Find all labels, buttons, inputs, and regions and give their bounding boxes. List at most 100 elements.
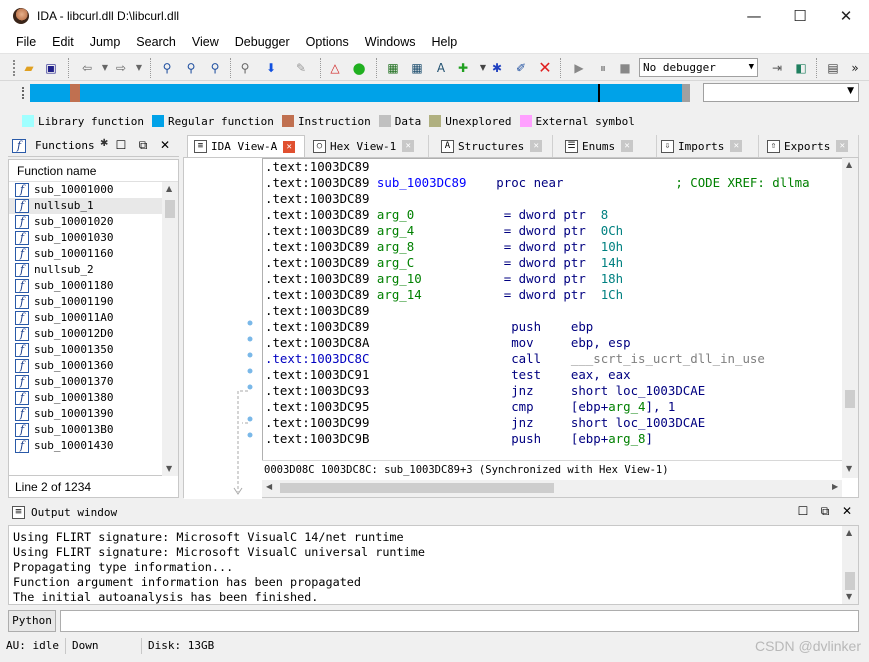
toolbar-grip[interactable] — [13, 60, 16, 76]
code-line[interactable]: .text:1003DC89 arg_C = dword ptr 14h — [263, 255, 842, 271]
forward-arrow-icon[interactable]: ⇨ — [112, 59, 130, 77]
function-list-item[interactable]: f nullsub_1 — [9, 198, 178, 214]
search-immediate-icon[interactable]: ⚲ — [206, 59, 224, 77]
tab-close-icon[interactable]: ✕ — [530, 140, 543, 152]
make-string-icon[interactable]: A — [432, 59, 450, 77]
scroll-left-icon[interactable]: ◀ — [266, 482, 272, 491]
scrollbar-thumb[interactable] — [280, 483, 554, 493]
stop-icon[interactable]: ■ — [616, 59, 634, 77]
attach-process-icon[interactable]: ⇥ — [768, 59, 786, 77]
function-name-column-header[interactable]: Function name — [9, 160, 178, 182]
search-next-icon[interactable]: ⚲ — [236, 59, 254, 77]
menu-windows[interactable]: Windows — [357, 35, 424, 49]
make-struct-icon[interactable]: ✱ — [488, 59, 506, 77]
scroll-right-icon[interactable]: ▶ — [832, 482, 838, 491]
minimize-button[interactable]: — — [731, 0, 777, 31]
code-line[interactable]: .text:1003DC89 arg_14 = dword ptr 1Ch — [263, 287, 842, 303]
menu-file[interactable]: File — [8, 35, 44, 49]
nav-grip[interactable] — [22, 87, 26, 99]
scrollbar-thumb[interactable] — [845, 390, 855, 408]
function-list-item[interactable]: f sub_100013B0 — [9, 422, 178, 438]
tab-imports[interactable]: ⇩ Imports ✕ — [655, 135, 759, 157]
function-list-item[interactable]: f sub_10001360 — [9, 358, 178, 374]
scroll-up-icon[interactable]: ▲ — [846, 528, 852, 537]
scroll-up-icon[interactable]: ▲ — [846, 160, 852, 169]
search-binary-icon[interactable]: ⚲ — [182, 59, 200, 77]
scroll-up-icon[interactable]: ▲ — [166, 184, 172, 193]
code-line[interactable]: .text:1003DC89 — [263, 191, 842, 207]
save-icon[interactable]: ▣ — [42, 59, 60, 77]
arg-reference[interactable]: arg_8 — [608, 431, 645, 446]
panel-float-icon[interactable]: ☐ — [792, 504, 814, 518]
notes-icon[interactable]: ▤ — [824, 59, 842, 77]
navigation-dropdown[interactable]: ▼ — [703, 83, 859, 102]
code-line[interactable]: .text:1003DC89 sub_1003DC89 proc near ; … — [263, 175, 842, 191]
scroll-down-icon[interactable]: ▼ — [846, 464, 852, 473]
code-line[interactable]: .text:1003DC89 arg_8 = dword ptr 10h — [263, 239, 842, 255]
navigation-band[interactable] — [30, 84, 690, 102]
debugger-options-icon[interactable]: ◧ — [792, 59, 810, 77]
call-target[interactable]: ___scrt_is_ucrt_dll_in_use — [571, 351, 765, 366]
arg-name[interactable]: arg_4 — [377, 223, 414, 238]
panel-float-icon[interactable]: ☐ — [110, 138, 132, 152]
rename-icon[interactable]: ✐ — [512, 59, 530, 77]
function-list-item[interactable]: f sub_10001380 — [9, 390, 178, 406]
code-line[interactable]: .text:1003DC89 — [263, 159, 842, 175]
panel-menu-icon[interactable]: ✱ — [100, 138, 108, 149]
panel-restore-icon[interactable]: ⧉ — [814, 504, 836, 519]
code-line[interactable]: .text:1003DC89 arg_0 = dword ptr 8 — [263, 207, 842, 223]
back-arrow-icon[interactable]: ⇦ — [78, 59, 96, 77]
make-code-icon[interactable]: ▦ — [384, 59, 402, 77]
debugger-select[interactable]: No debugger ▼ — [639, 58, 758, 77]
toolbar-overflow-icon[interactable]: » — [846, 59, 864, 77]
function-list-item[interactable]: f sub_10001390 — [9, 406, 178, 422]
code-line[interactable]: .text:1003DC91 test eax, eax — [263, 367, 842, 383]
tab-enums[interactable]: ☰ Enums ✕ — [559, 135, 657, 157]
arg-name[interactable]: arg_14 — [377, 287, 422, 302]
make-array-icon[interactable]: ✚ — [454, 59, 472, 77]
function-list-item[interactable]: f sub_10001180 — [9, 278, 178, 294]
code-line[interactable]: .text:1003DC95 cmp [ebp+arg_4], 1 — [263, 399, 842, 415]
function-list-item[interactable]: f sub_10001190 — [9, 294, 178, 310]
arg-name[interactable]: arg_0 — [377, 207, 414, 222]
play-icon[interactable]: ▶ — [570, 59, 588, 77]
function-list-item[interactable]: f nullsub_2 — [9, 262, 178, 278]
tab-exports[interactable]: ⇧ Exports ✕ — [761, 135, 859, 157]
disassembly-listing[interactable]: .text:1003DC89 .text:1003DC89 sub_1003DC… — [262, 158, 842, 460]
tab-close-icon[interactable]: ✕ — [283, 140, 296, 153]
code-line[interactable]: .text:1003DC99 jnz short loc_1003DCAE — [263, 415, 842, 431]
menu-debugger[interactable]: Debugger — [227, 35, 298, 49]
undefine-icon[interactable]: ✕ — [536, 59, 554, 77]
tab-close-icon[interactable]: ✕ — [836, 140, 849, 152]
jump-down-arrow-icon[interactable]: ⬇ — [262, 59, 280, 77]
tab-close-icon[interactable]: ✕ — [402, 140, 415, 152]
arg-name[interactable]: arg_10 — [377, 271, 422, 286]
functions-scrollbar[interactable]: ▲ ▼ — [162, 182, 178, 477]
function-list-item[interactable]: f sub_100012D0 — [9, 326, 178, 342]
panel-restore-icon[interactable]: ⧉ — [132, 138, 154, 153]
xref-comment[interactable]: ; CODE XREF: dllma — [675, 175, 809, 190]
function-list-item[interactable]: f sub_10001000 — [9, 182, 178, 198]
graph-triangle-icon[interactable]: △ — [326, 59, 344, 77]
search-text-icon[interactable]: ⚲ — [158, 59, 176, 77]
code-line-current[interactable]: .text:1003DC8C call ___scrt_is_ucrt_dll_… — [263, 351, 842, 367]
tab-hex-view[interactable]: ○ Hex View-1 ✕ — [307, 135, 429, 157]
code-line[interactable]: .text:1003DC89 push ebp — [263, 319, 842, 335]
arg-name[interactable]: arg_8 — [377, 239, 414, 254]
function-list-item[interactable]: f sub_10001020 — [9, 214, 178, 230]
tab-close-icon[interactable]: ✕ — [621, 140, 634, 152]
jump-target[interactable]: short loc_1003DCAE — [571, 415, 705, 430]
code-line[interactable]: .text:1003DC89 arg_4 = dword ptr 0Ch — [263, 223, 842, 239]
menu-edit[interactable]: Edit — [44, 35, 82, 49]
arg-name[interactable]: arg_C — [377, 255, 414, 270]
code-line[interactable]: .text:1003DC8A mov ebp, esp — [263, 335, 842, 351]
arg-reference[interactable]: arg_4 — [608, 399, 645, 414]
forward-dropdown-icon[interactable]: ▼ — [130, 59, 148, 77]
function-list-item[interactable]: f sub_100011A0 — [9, 310, 178, 326]
scrollbar-thumb[interactable] — [165, 200, 175, 218]
analysis-icon[interactable]: ✎ — [292, 59, 310, 77]
make-data-icon[interactable]: ▦ — [408, 59, 426, 77]
command-input[interactable] — [60, 610, 859, 632]
menu-help[interactable]: Help — [423, 35, 465, 49]
menu-jump[interactable]: Jump — [82, 35, 129, 49]
